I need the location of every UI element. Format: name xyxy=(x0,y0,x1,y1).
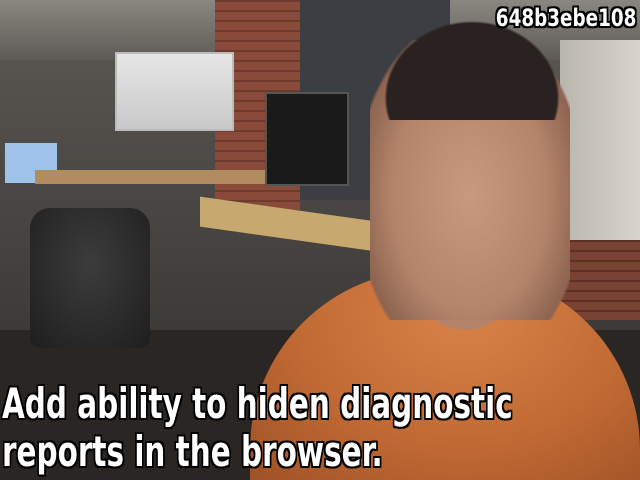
window xyxy=(560,40,640,240)
imac-computer xyxy=(115,52,234,131)
commit-message-line-2: reports in the browser. xyxy=(2,427,383,476)
commit-message: Add ability to hiden diagnostic reports … xyxy=(2,380,626,476)
webcam-photo: 648b3ebe108 Add ability to hiden diagnos… xyxy=(0,0,640,480)
commit-message-line-1: Add ability to hiden diagnostic xyxy=(2,379,513,428)
office-chair xyxy=(30,208,150,348)
desk xyxy=(35,170,265,184)
commit-sha: 648b3ebe108 xyxy=(495,4,636,32)
monitor xyxy=(265,92,349,186)
